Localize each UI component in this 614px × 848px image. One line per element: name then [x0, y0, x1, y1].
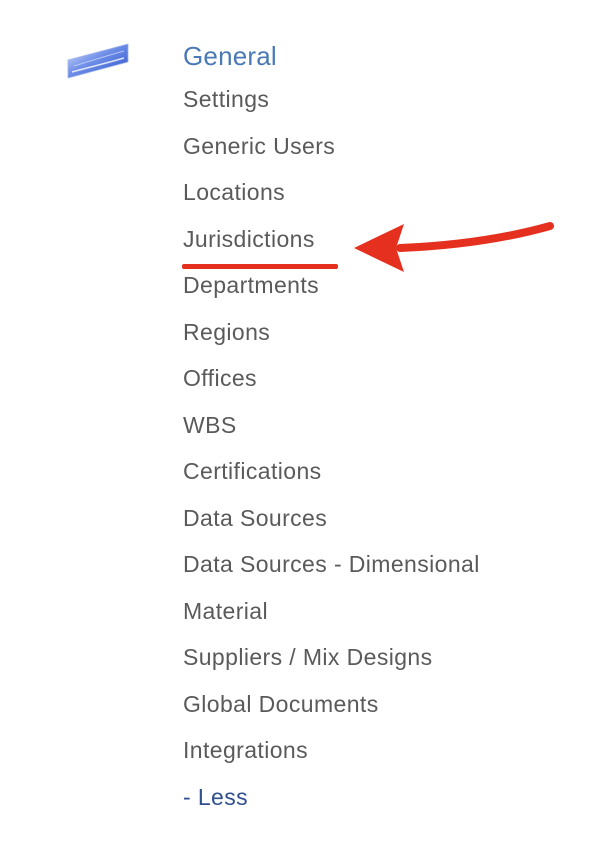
menu-list-item: Certifications	[183, 448, 480, 495]
menu-list-item: Data Sources	[183, 495, 480, 542]
menu-list-item: Settings	[183, 76, 480, 123]
menu-link-certifications[interactable]: Certifications	[183, 448, 480, 495]
general-menu: General Settings Generic Users Locations Ju…	[183, 36, 480, 820]
menu-list-item: WBS	[183, 402, 480, 449]
menu-list-item: Generic Users	[183, 123, 480, 170]
menu-link-global-documents[interactable]: Global Documents	[183, 681, 480, 728]
less-toggle-link[interactable]: - Less	[183, 774, 480, 821]
section-title-general[interactable]: General	[183, 36, 480, 76]
menu-list-item: Offices	[183, 355, 480, 402]
menu-link-regions[interactable]: Regions	[183, 309, 480, 356]
menu-link-generic-users[interactable]: Generic Users	[183, 123, 480, 170]
menu-link-settings[interactable]: Settings	[183, 76, 480, 123]
ruler-icon	[67, 43, 129, 79]
menu-list-item: Locations	[183, 169, 480, 216]
menu-link-integrations[interactable]: Integrations	[183, 727, 480, 774]
menu-list: Settings Generic Users Locations Jurisdicti…	[183, 76, 480, 774]
menu-list-item: Material	[183, 588, 480, 635]
menu-list-item: Integrations	[183, 727, 480, 774]
menu-list-item: Global Documents	[183, 681, 480, 728]
menu-list-item: Regions	[183, 309, 480, 356]
menu-link-locations[interactable]: Locations	[183, 169, 480, 216]
menu-link-wbs[interactable]: WBS	[183, 402, 480, 449]
annotation-arrow-icon	[354, 222, 554, 272]
menu-list-item: Suppliers / Mix Designs	[183, 634, 480, 681]
menu-link-material[interactable]: Material	[183, 588, 480, 635]
menu-link-suppliers-mix-designs[interactable]: Suppliers / Mix Designs	[183, 634, 480, 681]
menu-link-offices[interactable]: Offices	[183, 355, 480, 402]
annotation-underline	[182, 264, 338, 269]
menu-link-data-sources[interactable]: Data Sources	[183, 495, 480, 542]
menu-list-item: Data Sources - Dimensional	[183, 541, 480, 588]
menu-link-data-sources-dimensional[interactable]: Data Sources - Dimensional	[183, 541, 480, 588]
